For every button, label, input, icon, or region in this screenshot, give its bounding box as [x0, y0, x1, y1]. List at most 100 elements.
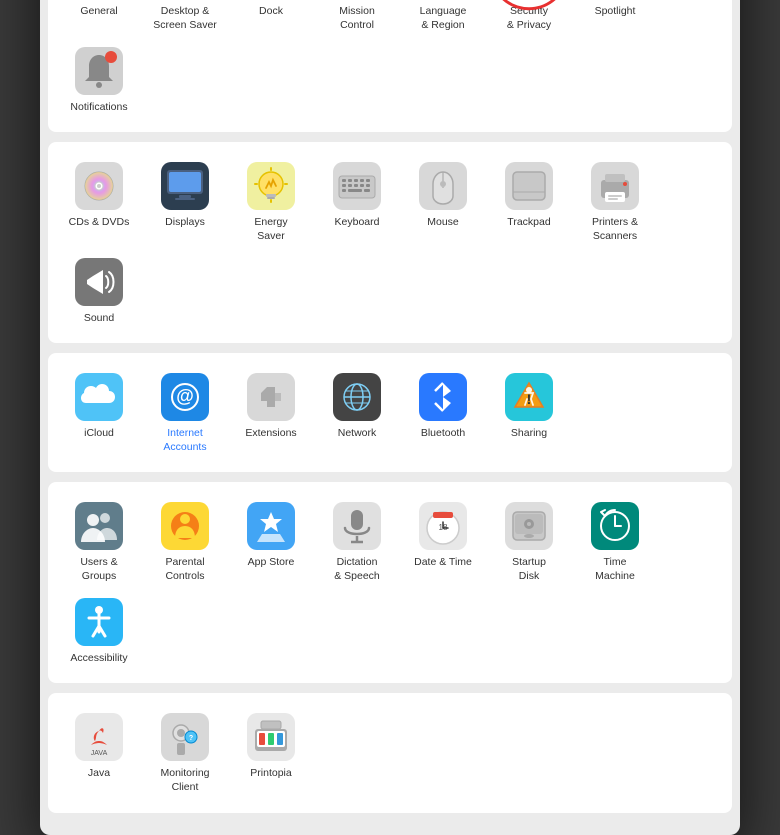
- parental-label: ParentalControls: [165, 556, 204, 583]
- sound-item[interactable]: Sound: [56, 250, 142, 332]
- language-item[interactable]: Language& Region: [400, 0, 486, 39]
- spotlight-icon-wrap: [589, 0, 641, 1]
- cds-label: CDs & DVDs: [69, 216, 130, 230]
- java-item[interactable]: JAVA Java: [56, 705, 142, 800]
- sharing-icon: !: [505, 373, 553, 421]
- network-label: Network: [338, 427, 377, 441]
- sharing-item[interactable]: ! Sharing: [486, 365, 572, 460]
- trackpad-label: Trackpad: [507, 216, 550, 230]
- energy-item[interactable]: EnergySaver: [228, 154, 314, 249]
- desktop-item[interactable]: File Desktop &Screen Saver: [142, 0, 228, 39]
- spotlight-item[interactable]: Spotlight: [572, 0, 658, 39]
- bluetooth-label: Bluetooth: [421, 427, 465, 441]
- extensions-icon: [247, 373, 295, 421]
- monitoring-icon-wrap: ?: [159, 711, 211, 763]
- energy-icon-wrap: [245, 160, 297, 212]
- notifications-item[interactable]: Notifications: [56, 39, 142, 121]
- timemachine-icon: [591, 502, 639, 550]
- java-icon: JAVA: [75, 713, 123, 761]
- timemachine-item[interactable]: TimeMachine: [572, 494, 658, 589]
- extensions-icon-wrap: [245, 371, 297, 423]
- dock-label: Dock: [259, 5, 283, 19]
- network-item[interactable]: Network: [314, 365, 400, 460]
- energy-icon: [247, 162, 295, 210]
- dictation-item[interactable]: Dictation& Speech: [314, 494, 400, 589]
- printopia-item[interactable]: Printopia: [228, 705, 314, 800]
- notifications-icon: [75, 47, 123, 95]
- trackpad-icon: [505, 162, 553, 210]
- users-label: Users &Groups: [80, 556, 117, 583]
- general-icon-wrap: [73, 0, 125, 1]
- icloud-item[interactable]: iCloud: [56, 365, 142, 460]
- java-icon-wrap: JAVA: [73, 711, 125, 763]
- monitoring-label: MonitoringClient: [160, 767, 209, 794]
- svg-text:@: @: [176, 386, 194, 406]
- keyboard-icon: [333, 162, 381, 210]
- datetime-item[interactable]: 18 Date & Time: [400, 494, 486, 589]
- system-section: Users &Groups ParentalControls: [48, 482, 732, 683]
- dock-icon-wrap: [245, 0, 297, 1]
- security-icon-wrap: [503, 0, 555, 1]
- mouse-icon: [419, 162, 467, 210]
- monitoring-item[interactable]: ? MonitoringClient: [142, 705, 228, 800]
- sound-icon-wrap: [73, 256, 125, 308]
- accessibility-icon-wrap: [73, 596, 125, 648]
- extensions-item[interactable]: Extensions: [228, 365, 314, 460]
- datetime-icon: 18: [419, 502, 467, 550]
- svg-text:JAVA: JAVA: [91, 750, 108, 757]
- monitoring-icon: ?: [161, 713, 209, 761]
- general-item[interactable]: General: [56, 0, 142, 39]
- icloud-label: iCloud: [84, 427, 114, 441]
- startup-icon: [505, 502, 553, 550]
- language-icon-wrap: [417, 0, 469, 1]
- appstore-icon: [247, 502, 295, 550]
- accessibility-icon: [75, 598, 123, 646]
- startup-label: StartupDisk: [512, 556, 546, 583]
- bluetooth-item[interactable]: Bluetooth: [400, 365, 486, 460]
- mouse-item[interactable]: Mouse: [400, 154, 486, 249]
- accessibility-item[interactable]: Accessibility: [56, 590, 142, 672]
- keyboard-item[interactable]: Keyboard: [314, 154, 400, 249]
- dictation-icon-wrap: [331, 500, 383, 552]
- keyboard-icon-wrap: [331, 160, 383, 212]
- system-preferences-window: ‹ › System Preferences Search: [40, 0, 740, 835]
- icloud-icon: [75, 373, 123, 421]
- mission-label: MissionControl: [339, 5, 375, 32]
- parental-icon-wrap: [159, 500, 211, 552]
- security-item[interactable]: Security& Privacy: [486, 0, 572, 39]
- cds-icon-wrap: [73, 160, 125, 212]
- cds-icon: [75, 162, 123, 210]
- desktop-icon-wrap: File: [159, 0, 211, 1]
- trackpad-item[interactable]: Trackpad: [486, 154, 572, 249]
- bluetooth-icon-wrap: [417, 371, 469, 423]
- network-icon: [333, 373, 381, 421]
- mouse-label: Mouse: [427, 216, 459, 230]
- timemachine-icon-wrap: [589, 500, 641, 552]
- displays-item[interactable]: Displays: [142, 154, 228, 249]
- spotlight-label: Spotlight: [595, 5, 636, 19]
- startup-item[interactable]: StartupDisk: [486, 494, 572, 589]
- dictation-icon: [333, 502, 381, 550]
- java-label: Java: [88, 767, 110, 781]
- users-icon-wrap: [73, 500, 125, 552]
- keyboard-label: Keyboard: [335, 216, 380, 230]
- printers-item[interactable]: Printers &Scanners: [572, 154, 658, 249]
- internet-item[interactable]: @ InternetAccounts: [142, 365, 228, 460]
- parental-item[interactable]: ParentalControls: [142, 494, 228, 589]
- internet-section: iCloud @ InternetAccounts: [48, 353, 732, 472]
- cds-item[interactable]: CDs & DVDs: [56, 154, 142, 249]
- mission-item[interactable]: MissionControl: [314, 0, 400, 39]
- printers-icon: [591, 162, 639, 210]
- datetime-icon-wrap: 18: [417, 500, 469, 552]
- notifications-icon-wrap: [73, 45, 125, 97]
- accessibility-label: Accessibility: [70, 652, 127, 666]
- appstore-item[interactable]: App Store: [228, 494, 314, 589]
- internet-icon: @: [161, 373, 209, 421]
- startup-icon-wrap: [503, 500, 555, 552]
- extensions-label: Extensions: [245, 427, 296, 441]
- internet-icon-wrap: @: [159, 371, 211, 423]
- users-item[interactable]: Users &Groups: [56, 494, 142, 589]
- dock-item[interactable]: Dock: [228, 0, 314, 39]
- notifications-label: Notifications: [70, 101, 127, 115]
- security-label: Security& Privacy: [507, 5, 551, 32]
